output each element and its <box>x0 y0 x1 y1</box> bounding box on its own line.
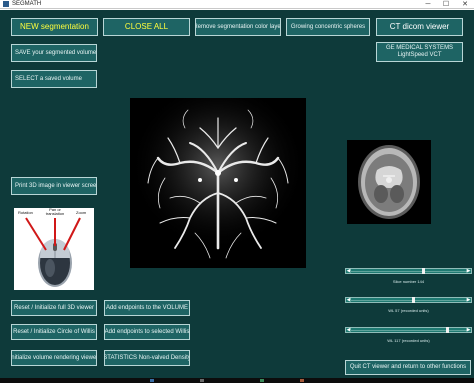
reset-circle-of-willis-button[interactable]: Reset / Initialize Circle of Willis <box>11 324 97 340</box>
taskbar-app-icon[interactable] <box>150 379 154 382</box>
minimize-icon[interactable]: ─ <box>422 0 434 9</box>
remove-segmentation-layer-button[interactable]: Remove segmentation color layer <box>195 18 281 36</box>
window-level-slider[interactable]: ◀ ▶ <box>345 297 472 303</box>
window-title: SEGMATH <box>12 1 42 7</box>
window-width-slider[interactable]: ◀ ▶ <box>345 327 472 333</box>
taskbar <box>0 378 474 383</box>
slider-thumb[interactable] <box>422 268 425 274</box>
close-icon[interactable]: ✕ <box>459 0 471 9</box>
taskbar-app-icon[interactable] <box>260 379 264 382</box>
window-width-label: WL 117 (recorded units) <box>387 338 430 343</box>
pan-label: Pan or translation <box>45 208 65 216</box>
slice-number-label: Slice number 144 <box>392 279 425 284</box>
slider-track <box>350 300 467 301</box>
mouse-icon <box>25 217 81 287</box>
ct-slice-viewer[interactable] <box>347 140 431 224</box>
window-level-label: WL 57 (recorded units) <box>388 308 429 313</box>
3d-vessel-viewer[interactable] <box>130 98 306 268</box>
select-saved-volume-button[interactable]: SELECT a saved volume <box>11 70 97 88</box>
slider-track <box>350 271 467 272</box>
new-segmentation-button[interactable]: NEW segmentation <box>11 18 98 36</box>
vessel-rendering <box>130 98 306 268</box>
slider-right-arrow-icon[interactable]: ▶ <box>466 268 471 274</box>
close-all-button[interactable]: CLOSE ALL <box>103 18 190 36</box>
scanner-label: GE MEDICAL SYSTEMS LightSpeed VCT <box>376 42 463 62</box>
ct-slice-image <box>358 145 420 219</box>
ct-dicom-viewer-button[interactable]: CT dicom viewer <box>376 18 463 36</box>
app-icon <box>3 1 9 7</box>
slider-thumb[interactable] <box>446 327 449 333</box>
zoom-label: Zoom <box>76 210 87 215</box>
rotation-label: Rotation <box>18 210 33 215</box>
scanner-model: LightSpeed VCT <box>397 52 442 58</box>
mouse-controls-diagram: Rotation Pan or translation Zoom <box>14 208 94 290</box>
growing-concentric-spheres-button[interactable]: Growing concentric spheres <box>286 18 370 36</box>
add-endpoints-volume-button[interactable]: Add endpoints to the VOLUME <box>104 300 190 316</box>
slider-right-arrow-icon[interactable]: ▶ <box>466 297 471 303</box>
slice-number-slider[interactable]: ◀ ▶ <box>345 268 472 274</box>
reset-full-3d-viewer-button[interactable]: Reset / Initialize full 3D viewer <box>11 300 97 316</box>
save-segmented-volume-button[interactable]: SAVE your segmented volume <box>11 44 97 62</box>
quit-ct-viewer-button[interactable]: Quit CT viewer and return to other funct… <box>345 360 471 375</box>
slider-right-arrow-icon[interactable]: ▶ <box>466 327 471 333</box>
statistics-button[interactable]: STATISTICS Non-valved Density <box>104 350 190 366</box>
add-endpoints-willis-button[interactable]: Add endpoints to selected Willis <box>104 324 190 340</box>
scanner-manufacturer: GE MEDICAL SYSTEMS <box>385 45 454 52</box>
slider-thumb[interactable] <box>412 297 415 303</box>
slider-track <box>350 330 467 331</box>
initialize-volume-rendering-button[interactable]: Initialize volume rendering viewer <box>11 350 97 366</box>
maximize-icon[interactable]: ☐ <box>440 0 452 9</box>
print-3d-image-button[interactable]: Print 3D image in viewer screen <box>11 177 97 195</box>
title-bar: SEGMATH ─ ☐ ✕ <box>0 0 474 9</box>
taskbar-app-icon[interactable] <box>200 379 204 382</box>
taskbar-app-icon[interactable] <box>300 379 304 382</box>
